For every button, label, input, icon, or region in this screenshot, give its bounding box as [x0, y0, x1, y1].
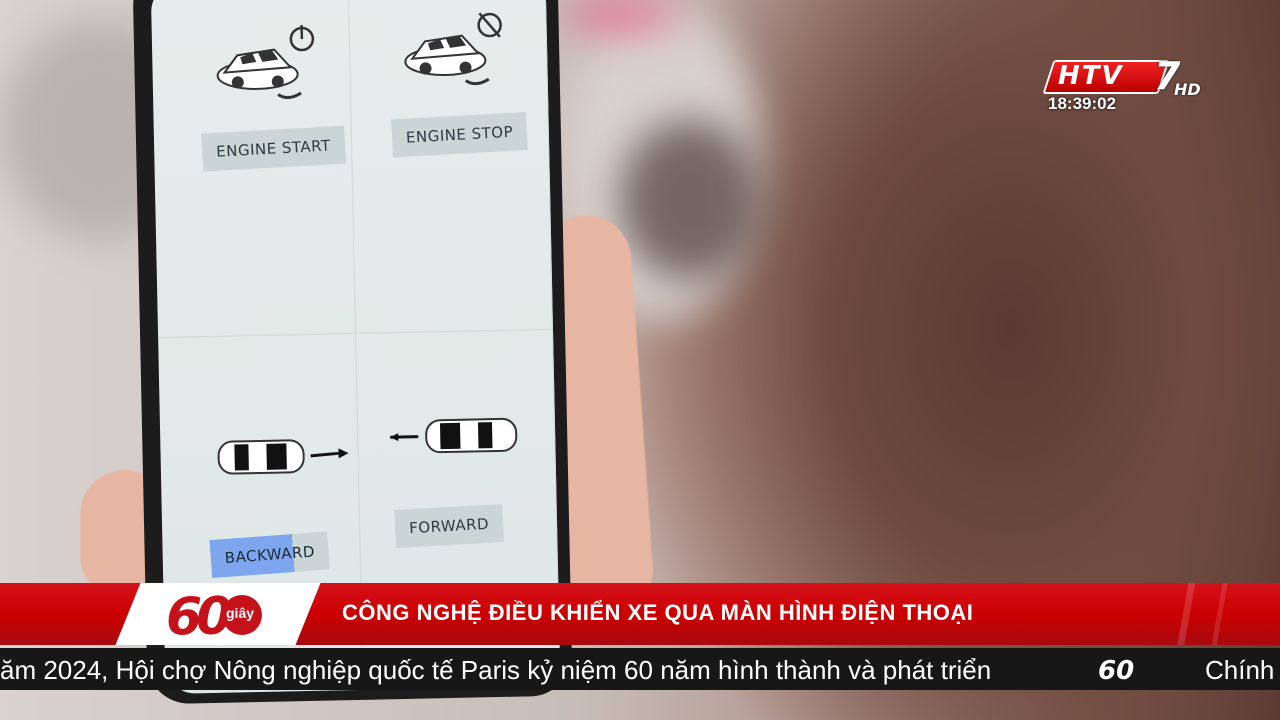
engine-stop-button[interactable]: ENGINE STOP [390, 111, 528, 158]
badge-number: 60 [166, 587, 232, 647]
program-badge: 60 giây [115, 583, 321, 647]
car-power-icon [216, 24, 315, 100]
logo-hd: HD [1174, 80, 1201, 99]
background-blur [560, 0, 680, 30]
backward-button[interactable]: BACKWARD [209, 531, 331, 579]
engine-start-cell[interactable]: ENGINE START [150, 0, 356, 339]
ticker-logo: 60 [1098, 656, 1158, 686]
car-forward-icon [389, 417, 517, 454]
news-ticker-next: Chính [1205, 655, 1275, 685]
car-backward-icon [217, 439, 349, 475]
badge-sub: giây [226, 605, 255, 621]
logo-htv-text: HTV [1058, 61, 1124, 91]
engine-start-button[interactable]: ENGINE START [201, 125, 346, 172]
engine-stop-cell[interactable]: ENGINE STOP [348, 0, 554, 334]
car-power-off-icon [403, 12, 502, 86]
news-ticker-text: ăm 2024, Hội chợ Nông nghiệp quốc tế Par… [0, 655, 992, 685]
background-blur [620, 120, 760, 280]
forward-button[interactable]: FORWARD [393, 504, 504, 549]
ticker-logo-text: 60 [1098, 656, 1135, 686]
headline-text: CÔNG NGHỆ ĐIỀU KHIỂN XE QUA MÀN HÌNH ĐIỆ… [342, 600, 974, 625]
broadcast-clock: 18:39:02 [1048, 94, 1117, 113]
